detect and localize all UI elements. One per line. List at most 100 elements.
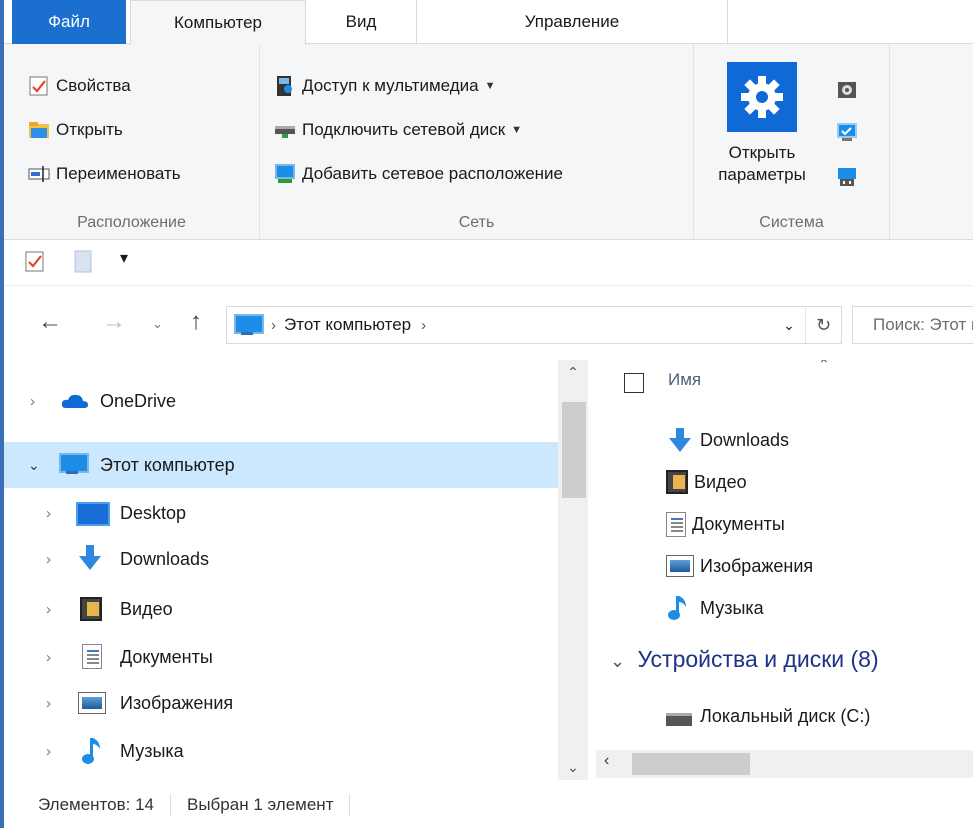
list-item[interactable]: Музыка	[666, 588, 764, 628]
item-count: Элементов: 14	[38, 795, 154, 814]
breadcrumb-separator-icon: ›	[271, 316, 276, 334]
nav-item-this-pc[interactable]: ⌄ Этот компьютер	[4, 442, 558, 488]
qat-customize-button[interactable]: ▾	[120, 248, 128, 268]
group-system-label: Система	[759, 214, 824, 231]
nav-item-downloads[interactable]: › Downloads	[4, 536, 558, 582]
expand-chevron-icon[interactable]: ›	[46, 649, 51, 666]
picture-icon	[78, 692, 106, 714]
content-horizontal-scrollbar[interactable]: ‹	[596, 750, 973, 778]
system-properties-icon[interactable]	[836, 122, 858, 149]
list-item[interactable]: Downloads	[666, 420, 789, 460]
list-item[interactable]: Видео	[666, 462, 747, 502]
nav-item-music[interactable]: › Музыка	[4, 728, 558, 774]
open-button[interactable]: Открыть	[28, 114, 123, 146]
qat-properties-icon[interactable]	[24, 250, 46, 279]
media-access-button[interactable]: Доступ к мультимедиа ▼	[274, 70, 496, 102]
status-divider	[170, 794, 171, 816]
network-location-icon	[274, 163, 296, 185]
onedrive-cloud-icon	[60, 390, 88, 414]
nav-item-desktop[interactable]: › Desktop	[4, 490, 558, 536]
address-bar[interactable]: › Этот компьютер › ⌄ ↻	[226, 306, 842, 344]
section-collapse-chevron-icon[interactable]: ⌄	[610, 651, 625, 671]
scroll-left-icon[interactable]: ‹	[604, 752, 609, 770]
nav-label-desktop: Desktop	[120, 502, 187, 523]
search-input[interactable]: Поиск: Этот компьютер	[852, 306, 973, 344]
quick-access-toolbar: ▾	[4, 240, 973, 286]
tab-computer[interactable]: Компьютер	[130, 0, 306, 45]
properties-button[interactable]: Свойства	[28, 70, 131, 102]
up-arrow-icon[interactable]: ↑	[190, 308, 202, 336]
collapse-chevron-icon[interactable]: ⌄	[28, 457, 40, 474]
breadcrumb-chevron-icon[interactable]: ›	[421, 317, 426, 334]
open-label: Открыть	[56, 120, 123, 139]
nav-label-music: Музыка	[120, 740, 184, 761]
nav-label-downloads: Downloads	[120, 548, 210, 569]
item-name: Downloads	[700, 429, 790, 450]
desktop-icon	[76, 500, 110, 526]
network-drive-icon	[274, 119, 296, 141]
nav-item-video[interactable]: › Видео	[4, 586, 558, 632]
select-all-checkbox[interactable]	[624, 373, 644, 393]
selection-count: Выбран 1 элемент	[187, 795, 334, 814]
expand-chevron-icon[interactable]: ›	[46, 551, 51, 568]
forward-arrow-icon[interactable]: →	[102, 308, 126, 336]
list-item[interactable]: Изображения	[666, 546, 813, 586]
open-settings-label-2: параметры	[718, 165, 806, 184]
expand-chevron-icon[interactable]: ›	[30, 393, 35, 410]
ribbon: Свойства Открыть Переименовать Расположе…	[4, 44, 973, 240]
horizontal-scroll-thumb[interactable]	[632, 753, 750, 775]
picture-icon	[666, 555, 694, 577]
document-icon	[666, 511, 686, 537]
item-name: Изображения	[700, 555, 814, 576]
qat-new-folder-icon[interactable]	[74, 250, 94, 279]
gear-icon	[727, 62, 797, 132]
navigation-bar: ← → ⌄ ↑ › Этот компьютер › ⌄ ↻ Поиск: Эт…	[4, 296, 973, 356]
manage-computer-icon[interactable]	[836, 166, 858, 193]
status-bar: Элементов: 14 Выбран 1 элемент	[4, 782, 973, 828]
content-pane: Имя ⌃ Downloads Видео Документы Изображе…	[596, 360, 973, 750]
tab-manage[interactable]: Управление	[416, 0, 728, 44]
refresh-icon[interactable]: ↻	[805, 307, 841, 343]
rename-label: Переименовать	[56, 164, 181, 183]
nav-item-pictures[interactable]: › Изображения	[4, 680, 558, 726]
column-header: Имя ⌃	[596, 360, 973, 406]
nav-item-onedrive[interactable]: › OneDrive	[4, 378, 558, 424]
map-drive-button[interactable]: Подключить сетевой диск ▼	[274, 114, 522, 146]
address-history-dropdown-icon[interactable]: ⌄	[773, 317, 805, 334]
column-name-header[interactable]: Имя	[668, 370, 701, 390]
map-drive-label: Подключить сетевой диск	[302, 120, 506, 139]
music-note-icon	[80, 737, 108, 764]
address-controls: ⌄ ↻	[773, 307, 841, 343]
status-divider	[349, 794, 351, 816]
download-arrow-icon	[76, 544, 104, 570]
properties-icon	[28, 75, 50, 97]
group-location: Свойства Открыть Переименовать Расположе…	[4, 44, 260, 240]
back-arrow-icon[interactable]: ←	[38, 308, 62, 336]
expand-chevron-icon[interactable]: ›	[46, 743, 51, 760]
expand-chevron-icon[interactable]: ›	[46, 695, 51, 712]
list-item[interactable]: Локальный диск (C:)	[666, 696, 870, 736]
expand-chevron-icon[interactable]: ›	[46, 601, 51, 618]
media-dropdown-icon: ▼	[484, 80, 496, 92]
scroll-thumb[interactable]	[562, 402, 586, 498]
uninstall-programs-icon[interactable]	[836, 78, 858, 105]
scroll-down-icon[interactable]: ⌄	[558, 759, 588, 776]
breadcrumb-this-pc[interactable]: Этот компьютер	[284, 315, 411, 335]
item-name: Видео	[694, 471, 747, 492]
music-note-icon	[666, 595, 694, 621]
nav-pane-scrollbar[interactable]: ⌃ ⌄	[558, 360, 588, 780]
scroll-up-icon[interactable]: ⌃	[558, 364, 588, 381]
devices-section-header[interactable]: ⌄ Устройства и диски (8)	[610, 646, 879, 673]
group-network-label: Сеть	[458, 214, 495, 231]
group-network: Доступ к мультимедиа ▼ Подключить сетево…	[260, 44, 694, 240]
add-location-button[interactable]: Добавить сетевое расположение	[274, 158, 563, 190]
nav-label-this-pc: Этот компьютер	[100, 454, 235, 475]
nav-item-documents[interactable]: › Документы	[4, 634, 558, 680]
tab-file[interactable]: Файл	[12, 0, 126, 44]
open-settings-button[interactable]: Открыть параметры	[714, 62, 810, 186]
expand-chevron-icon[interactable]: ›	[46, 505, 51, 522]
recent-locations-chevron-icon[interactable]: ⌄	[152, 316, 163, 332]
rename-button[interactable]: Переименовать	[28, 158, 181, 190]
tab-view[interactable]: Вид	[306, 0, 416, 44]
list-item[interactable]: Документы	[666, 504, 785, 544]
